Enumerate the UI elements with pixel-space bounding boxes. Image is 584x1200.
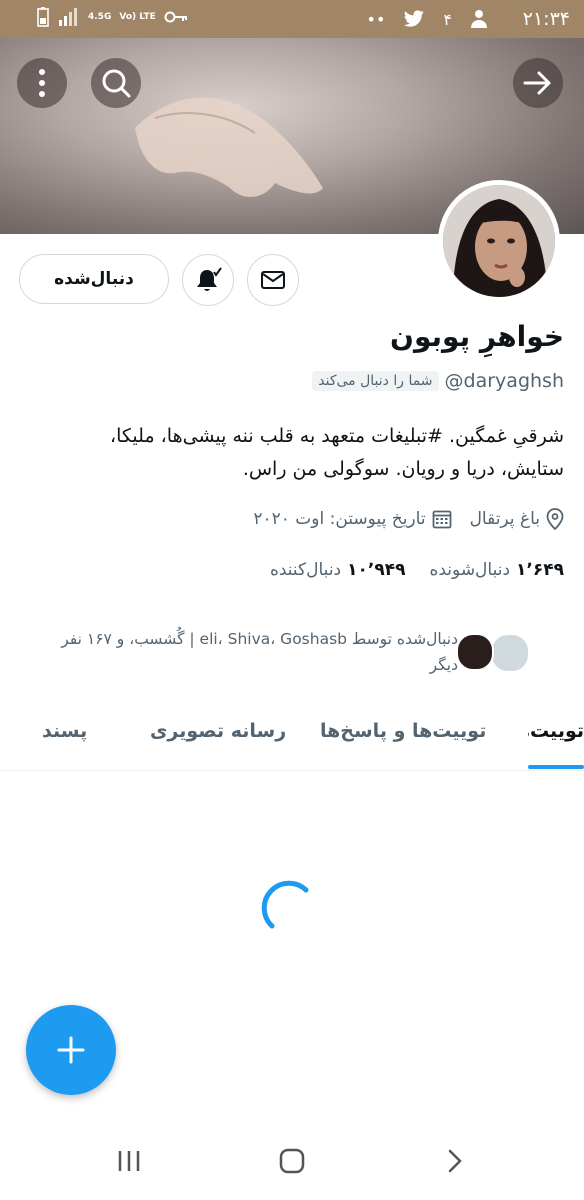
profile-tabs: توییت‌ها توییت‌ها و پاسخ‌ها رسانه تصویری… xyxy=(0,700,584,771)
message-button[interactable] xyxy=(247,254,299,306)
following-label: دنبال‌شونده xyxy=(429,560,511,580)
key-icon xyxy=(164,11,187,23)
recent-apps-icon[interactable] xyxy=(116,1148,142,1174)
search-button[interactable] xyxy=(91,58,141,108)
bio-line: شرقیِ غمگین. #تبلیغات متعهد به قلب ننه پ… xyxy=(110,425,564,447)
followers-label: دنبال‌کننده xyxy=(269,560,342,580)
profile-avatar[interactable] xyxy=(438,180,560,302)
clock: ۲۱:۳۴ xyxy=(522,8,570,30)
join-date: تاریخ پیوستن: اوت ۲۰۲۰ xyxy=(253,509,451,529)
followed-by-line: دیگر xyxy=(429,656,458,674)
display-name: خواهرِ پوبون xyxy=(390,320,564,353)
search-icon xyxy=(102,69,131,98)
status-bar: 4.5G Vo) LTE •• ۴ ۲۱:۳۴ xyxy=(0,0,584,38)
tab-tweets-replies[interactable]: توییت‌ها و پاسخ‌ها xyxy=(320,720,486,742)
more-icon xyxy=(39,69,45,97)
loading-spinner-icon xyxy=(261,880,309,929)
status-right-icons: •• ۴ xyxy=(367,9,488,29)
tab-likes[interactable]: پسند xyxy=(42,720,87,742)
followed-by-text[interactable]: دنبال‌شده توسط eli، Shiva، Goshasb | گُش… xyxy=(0,626,458,678)
more-options-button[interactable] xyxy=(17,58,67,108)
compose-plus-icon xyxy=(57,1036,85,1064)
followed-by-line: دنبال‌شده توسط eli، Shiva، Goshasb | گُش… xyxy=(61,630,458,648)
location: باغ پرتقال xyxy=(470,508,564,530)
dots-icon: •• xyxy=(366,9,386,29)
system-nav-bar xyxy=(0,1120,584,1200)
tab-media[interactable]: رسانه تصویری xyxy=(150,720,286,742)
follower-avatar xyxy=(456,633,494,671)
follower-avatar xyxy=(490,633,530,673)
network-type: 4.5G xyxy=(88,11,112,22)
join-date-text: تاریخ پیوستن: اوت ۲۰۲۰ xyxy=(253,509,426,529)
tab-tweets[interactable]: توییت‌ها xyxy=(528,720,584,742)
banner-photo xyxy=(135,97,323,198)
back-button[interactable] xyxy=(513,58,563,108)
follow-counts: ۱٬۶۴۹دنبال‌شونده ۱۰٬۹۴۹دنبال‌کننده xyxy=(270,560,564,580)
following-count[interactable]: ۱٬۶۴۹دنبال‌شونده xyxy=(429,560,564,580)
user-handle: @daryaghsh xyxy=(444,370,564,392)
active-tab-indicator xyxy=(528,765,584,769)
notification-bell-icon xyxy=(197,267,222,291)
following-button[interactable]: دنبال‌شده xyxy=(19,254,169,304)
signal-icon xyxy=(59,8,77,26)
avatar-photo xyxy=(443,185,555,297)
avatar-portrait xyxy=(443,185,555,297)
follows-you-badge: شما را دنبال می‌کند xyxy=(312,371,439,391)
compose-tweet-button[interactable] xyxy=(26,1005,116,1095)
back-nav-icon[interactable] xyxy=(446,1148,464,1174)
followers-count[interactable]: ۱۰٬۹۴۹دنبال‌کننده xyxy=(270,560,406,580)
location-text: باغ پرتقال xyxy=(469,509,540,529)
bio-line: ستایش، دریا و رویان. سوگولی من راس. xyxy=(242,458,564,480)
back-arrow-icon xyxy=(523,71,551,95)
message-icon xyxy=(261,271,285,289)
followers-number: ۱۰٬۹۴۹ xyxy=(347,560,406,580)
status-left-icons: 4.5G Vo) LTE xyxy=(36,7,188,27)
home-icon[interactable] xyxy=(278,1147,306,1175)
persian-char-icon: ۴ xyxy=(443,9,452,29)
twitter-bird-icon xyxy=(404,10,425,27)
battery-icon xyxy=(37,7,49,27)
handle-row: @daryaghsh شما را دنبال می‌کند xyxy=(312,370,564,392)
calendar-icon xyxy=(432,510,451,529)
lte-indicator: Vo) LTE xyxy=(119,11,156,22)
location-icon xyxy=(546,508,564,530)
person-icon xyxy=(471,10,487,28)
profile-meta: باغ پرتقال تاریخ پیوستن: اوت ۲۰۲۰ xyxy=(253,508,564,530)
following-number: ۱٬۶۴۹ xyxy=(516,560,564,580)
profile-bio: شرقیِ غمگین. #تبلیغات متعهد به قلب ننه پ… xyxy=(16,420,564,486)
notifications-toggle-button[interactable] xyxy=(182,254,234,306)
